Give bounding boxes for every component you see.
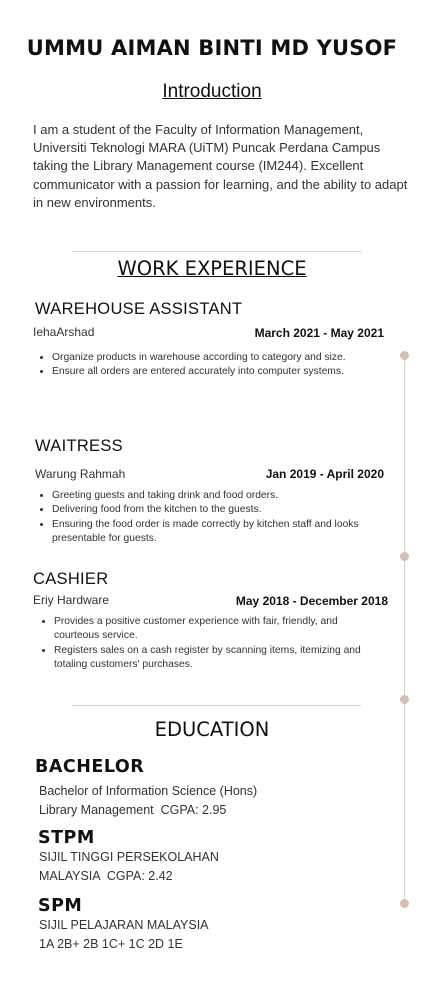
job-dates: March 2021 - May 2021 xyxy=(254,326,384,340)
job-bullet: Greeting guests and taking drink and foo… xyxy=(52,489,392,503)
job-bullets: Provides a positive customer experience … xyxy=(36,615,384,672)
introduction-heading: Introduction xyxy=(162,81,262,102)
education-detail: 1A 2B+ 2B 1C+ 1C 2D 1E xyxy=(39,937,183,951)
timeline-dot xyxy=(400,351,409,360)
job-bullet: Ensure all orders are entered accurately… xyxy=(52,365,372,379)
job-bullets: Greeting guests and taking drink and foo… xyxy=(34,489,392,546)
education-detail: MALAYSIA CGPA: 2.42 xyxy=(39,869,173,883)
job-title: WAREHOUSE ASSISTANT xyxy=(35,300,243,318)
job-bullet: Organize products in warehouse according… xyxy=(52,351,372,365)
education-heading: EDUCATION xyxy=(154,718,270,741)
job-dates: May 2018 - December 2018 xyxy=(235,594,388,608)
education-detail: Bachelor of Information Science (Hons) xyxy=(39,784,258,798)
job-title: WAITRESS xyxy=(35,437,123,455)
job-title: CASHIER xyxy=(33,570,109,588)
timeline-line xyxy=(404,356,405,905)
introduction-text: I am a student of the Faculty of Informa… xyxy=(33,122,408,210)
divider xyxy=(72,705,361,706)
job-dates: Jan 2019 - April 2020 xyxy=(265,467,384,481)
job-company: Warung Rahmah xyxy=(35,467,126,481)
divider xyxy=(72,251,361,252)
education-degree-title: STPM xyxy=(38,828,95,848)
job-bullet: Registers sales on a cash register by sc… xyxy=(54,644,384,673)
timeline-dot xyxy=(400,899,409,908)
education-degree-title: BACHELOR xyxy=(35,757,145,777)
job-bullet: Delivering food from the kitchen to the … xyxy=(52,503,392,517)
job-company: Eriy Hardware xyxy=(33,593,110,607)
job-bullet: Provides a positive customer experience … xyxy=(54,615,384,644)
education-detail: SIJIL TINGGI PERSEKOLAHAN xyxy=(39,850,219,864)
timeline-dot xyxy=(400,695,409,704)
timeline-dot xyxy=(400,552,409,561)
education-detail: Library Management CGPA: 2.95 xyxy=(39,803,227,817)
education-degree-title: SPM xyxy=(38,896,83,916)
work-experience-heading: WORK EXPERIENCE xyxy=(117,257,307,280)
job-bullets: Organize products in warehouse according… xyxy=(34,351,372,380)
resume-name: UMMU AIMAN BINTI MD YUSOF xyxy=(26,36,398,60)
job-company: IehaArshad xyxy=(33,325,95,339)
education-detail: SIJIL PELAJARAN MALAYSIA xyxy=(39,918,209,932)
job-bullet: Ensuring the food order is made correctl… xyxy=(52,518,392,547)
